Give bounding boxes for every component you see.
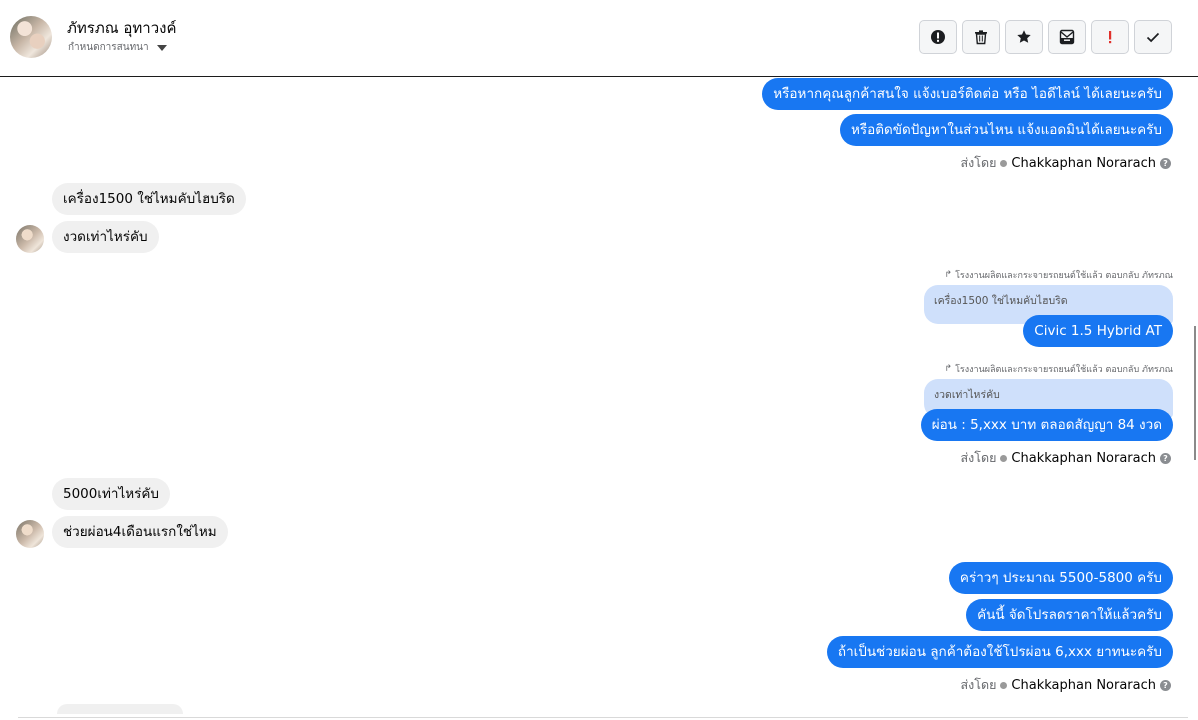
caret-down-icon (156, 44, 167, 51)
mail-archive-icon (1059, 29, 1075, 45)
contact-avatar-small[interactable] (16, 520, 44, 548)
mark-important-button[interactable] (1091, 20, 1129, 54)
outgoing-message[interactable]: คร่าวๆ ประมาณ 5500-5800 ครับ (948, 562, 1173, 594)
outgoing-message[interactable]: Civic 1.5 Hybrid AT (1023, 315, 1173, 347)
outgoing-message[interactable]: ผ่อน : 5,xxx บาท ตลอดสัญญา 84 งวด (920, 409, 1173, 441)
outgoing-message[interactable]: ถ้าเป็นช่วยผ่อน ลูกค้าต้องใช้โปรผ่อน 6,x… (826, 636, 1173, 668)
reply-note-text: โรงงานผลิตและกระจายรถยนต์ใช้แล้ว ตอบกลับ… (955, 365, 1173, 375)
help-icon[interactable]: ? (1160, 157, 1171, 169)
help-icon[interactable]: ? (1160, 679, 1171, 691)
alert-icon (931, 30, 945, 44)
verified-icon (1000, 159, 1008, 167)
sent-by-row: ส่งโดย Chakkaphan Norarach ? (961, 448, 1171, 468)
contact-avatar[interactable] (10, 16, 52, 58)
incoming-message[interactable]: เครื่อง1500 ใช่ไหมคับไฮบริด (52, 183, 246, 215)
conversation-header: ภัทรภณ อุทาวงค์ กำหนดการสนทนา (0, 0, 1198, 77)
reply-note: ↱ โรงงานผลิตและกระจายรถยนต์ใช้แล้ว ตอบกล… (945, 268, 1173, 282)
verified-icon (1000, 681, 1008, 689)
help-icon[interactable]: ? (1160, 452, 1171, 464)
mark-spam-button[interactable] (919, 20, 957, 54)
incoming-message-partial (57, 704, 183, 714)
sent-by-row: ส่งโดย Chakkaphan Norarach ? (961, 675, 1171, 695)
sender-name[interactable]: Chakkaphan Norarach (1011, 156, 1156, 171)
contact-name[interactable]: ภัทรภณ อุทาวงค์ (67, 16, 177, 40)
assign-label: กำหนดการสนทนา (68, 42, 149, 53)
sent-by-label: ส่งโดย (960, 677, 997, 692)
verified-icon (1000, 454, 1008, 462)
exclamation-icon (1109, 31, 1112, 44)
incoming-message[interactable]: ช่วยผ่อน4เดือนแรกใช่ไหม (52, 516, 228, 548)
star-button[interactable] (1005, 20, 1043, 54)
check-icon (1146, 32, 1160, 43)
sent-by-label: ส่งโดย (960, 450, 997, 465)
incoming-message[interactable]: 5000เท่าไหร่คับ (52, 478, 170, 510)
outgoing-message[interactable]: คันนี้ จัดโปรลดราคาให้แล้วครับ (966, 599, 1173, 631)
composer-divider (18, 717, 1188, 718)
reply-note-text: โรงงานผลิตและกระจายรถยนต์ใช้แล้ว ตอบกลับ… (955, 271, 1173, 281)
sender-name[interactable]: Chakkaphan Norarach (1011, 451, 1156, 466)
outgoing-message[interactable]: หรือติดขัดปัญหาในส่วนไหน แจ้งแอดมินได้เล… (839, 114, 1173, 146)
sender-name[interactable]: Chakkaphan Norarach (1011, 678, 1156, 693)
reply-arrow-icon: ↱ (944, 364, 953, 374)
outgoing-message[interactable]: หรือหากคุณลูกค้าสนใจ แจ้งเบอร์ติดต่อ หรื… (762, 78, 1173, 110)
reply-arrow-icon: ↱ (944, 270, 953, 280)
delete-button[interactable] (962, 20, 1000, 54)
sent-by-row: ส่งโดย Chakkaphan Norarach ? (961, 153, 1171, 173)
contact-avatar-small[interactable] (16, 225, 44, 253)
scrollbar[interactable] (1194, 326, 1196, 460)
trash-icon (975, 30, 987, 45)
incoming-message[interactable]: งวดเท่าไหร่คับ (52, 221, 159, 253)
move-inbox-button[interactable] (1048, 20, 1086, 54)
sent-by-label: ส่งโดย (960, 155, 997, 170)
assign-conversation-dropdown[interactable]: กำหนดการสนทนา (68, 40, 167, 55)
mark-done-button[interactable] (1134, 20, 1172, 54)
header-actions (919, 20, 1172, 54)
star-icon (1017, 30, 1031, 43)
reply-note: ↱ โรงงานผลิตและกระจายรถยนต์ใช้แล้ว ตอบกล… (945, 362, 1173, 376)
